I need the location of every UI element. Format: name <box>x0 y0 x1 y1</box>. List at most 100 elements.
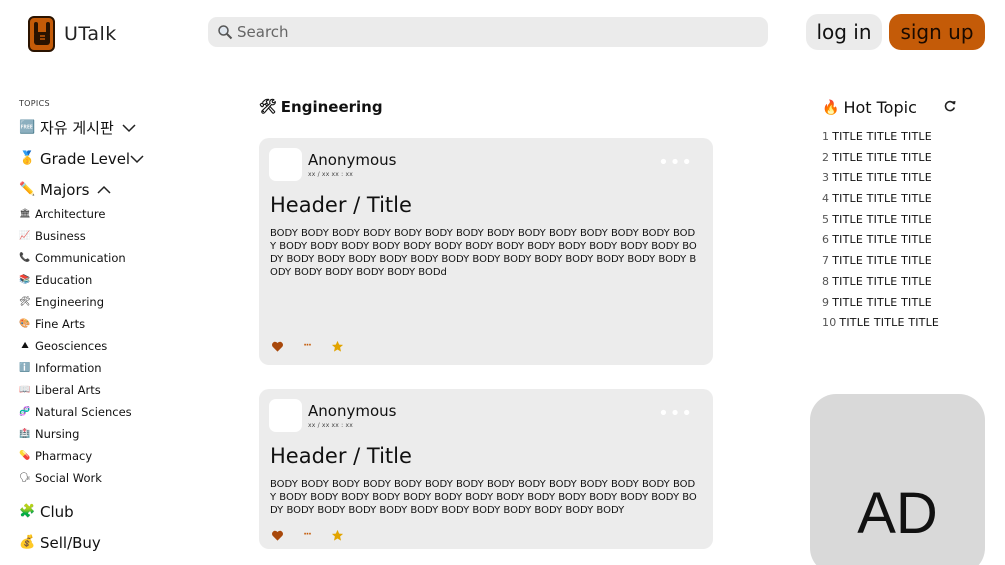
chevron-down-icon[interactable] <box>130 154 144 164</box>
hot-topic-title-text: Hot Topic <box>843 98 917 117</box>
hot-topic-item[interactable]: 1 TITLE TITLE TITLE <box>822 130 939 151</box>
hot-topic-item-title: TITLE TITLE TITLE <box>832 150 932 164</box>
hot-topic-item[interactable]: 5 TITLE TITLE TITLE <box>822 213 939 234</box>
sidebar-item-liberal-arts[interactable]: 📖 Liberal Arts <box>19 379 229 401</box>
chevron-up-icon[interactable] <box>97 185 111 195</box>
post-title: Header / Title <box>270 193 412 217</box>
search-bar[interactable] <box>208 17 768 47</box>
post-date: xx / xx xx : xx <box>308 171 353 178</box>
chevron-down-icon[interactable] <box>122 123 136 133</box>
hot-topic-item[interactable]: 7 TITLE TITLE TITLE <box>822 254 939 275</box>
pencil-icon: ✏️ <box>19 182 36 197</box>
ad-banner[interactable]: AD <box>810 394 985 565</box>
sidebar-item-club[interactable]: 🧩 Club <box>19 498 229 525</box>
info-icon: ℹ️ <box>19 363 31 373</box>
hot-topic-rank: 4 <box>822 192 830 206</box>
majors-list: 🏛 Architecture 📈 Business 📞 Communication 📚… <box>19 203 229 489</box>
sidebar-item-label: Club <box>40 502 74 521</box>
favorite-button[interactable] <box>330 339 344 353</box>
sidebar-item-label: Nursing <box>35 427 80 441</box>
post-title: Header / Title <box>270 444 412 468</box>
hot-topic-item[interactable]: 3 TITLE TITLE TITLE <box>822 171 939 192</box>
hot-topic-item-title: TITLE TITLE TITLE <box>832 212 932 226</box>
heart-icon <box>271 530 283 541</box>
tools-icon: 🛠 <box>19 297 31 307</box>
sidebar-item-geosciences[interactable]: ⛰ Geosciences <box>19 335 229 357</box>
hot-topic-item-title: TITLE TITLE TITLE <box>839 316 940 330</box>
post-actions: ··· <box>270 339 360 353</box>
topics-label: TOPICS <box>19 99 50 108</box>
sidebar-item-free-board[interactable]: 🆓 자유 게시판 <box>19 114 229 141</box>
palette-icon: 🎨 <box>19 319 31 329</box>
like-button[interactable] <box>270 339 284 353</box>
hot-topic-item[interactable]: 2 TITLE TITLE TITLE <box>822 151 939 172</box>
hot-topic-item-title: TITLE TITLE TITLE <box>832 192 932 206</box>
sidebar-item-architecture[interactable]: 🏛 Architecture <box>19 203 229 225</box>
brand-name: UTalk <box>64 23 117 45</box>
sidebar-item-label: Information <box>35 361 102 375</box>
rock-hand-logo-icon <box>28 16 55 52</box>
pill-icon: 💊 <box>19 451 31 461</box>
sidebar-item-communication[interactable]: 📞 Communication <box>19 247 229 269</box>
sidebar-item-engineering[interactable]: 🛠 Engineering <box>19 291 229 313</box>
comment-button[interactable]: ··· <box>300 339 314 353</box>
sidebar-item-majors[interactable]: ✏️ Majors <box>19 176 229 203</box>
more-options-icon[interactable]: ••• <box>658 152 693 173</box>
sidebar-item-label: Pharmacy <box>35 449 93 463</box>
hot-topic-item[interactable]: 4 TITLE TITLE TITLE <box>822 192 939 213</box>
hot-topic-item-title: TITLE TITLE TITLE <box>832 274 932 288</box>
hot-topic-title: 🔥 Hot Topic <box>822 98 917 117</box>
hot-topic-item[interactable]: 9 TITLE TITLE TITLE <box>822 296 939 317</box>
sidebar-item-label: Education <box>35 273 93 287</box>
comment-button[interactable]: ··· <box>300 528 314 542</box>
sidebar-item-grade-level[interactable]: 🥇 Grade Level <box>19 145 229 172</box>
phone-icon: 📞 <box>19 253 31 263</box>
sidebar-item-sell-buy[interactable]: 💰 Sell/Buy <box>19 529 229 556</box>
hot-topic-item[interactable]: 10 TITLE TITLE TITLE <box>822 316 939 337</box>
hot-topic-rank: 9 <box>822 295 830 309</box>
search-input[interactable] <box>237 23 737 41</box>
hot-topic-rank: 1 <box>822 130 830 143</box>
post-card[interactable]: Anonymous xx / xx xx : xx ••• Header / T… <box>259 389 713 549</box>
search-icon <box>218 25 233 40</box>
refresh-icon[interactable] <box>943 99 957 113</box>
feed-title-text: Engineering <box>280 98 383 116</box>
sidebar-item-label: Social Work <box>35 471 102 485</box>
sidebar-item-fine-arts[interactable]: 🎨 Fine Arts <box>19 313 229 335</box>
sidebar-item-natural-sciences[interactable]: 🧬 Natural Sciences <box>19 401 229 423</box>
post-actions: ··· <box>270 528 360 542</box>
sidebar-item-label: Engineering <box>35 295 104 309</box>
post-body: BODY BODY BODY BODY BODY BODY BODY BODY … <box>270 228 697 278</box>
sidebar: TOPICS 🆓 자유 게시판 🥇 Grade Level ✏️ Majors … <box>19 99 229 560</box>
sidebar-item-social-work[interactable]: 🗣 Social Work <box>19 467 229 489</box>
mountain-icon: ⛰ <box>21 341 29 351</box>
more-options-icon[interactable]: ••• <box>658 403 693 424</box>
sidebar-item-label: Fine Arts <box>35 317 86 331</box>
sidebar-item-education[interactable]: 📚 Education <box>19 269 229 291</box>
sidebar-item-nursing[interactable]: 🏥 Nursing <box>19 423 229 445</box>
favorite-button[interactable] <box>330 528 344 542</box>
hot-topic-item[interactable]: 6 TITLE TITLE TITLE <box>822 233 939 254</box>
hot-topic-item-title: TITLE TITLE TITLE <box>832 254 932 268</box>
medal-icon: 🥇 <box>19 151 36 166</box>
hot-topic-item[interactable]: 8 TITLE TITLE TITLE <box>822 275 939 296</box>
chart-icon: 📈 <box>19 231 31 241</box>
hot-topic-item-title: TITLE TITLE TITLE <box>832 130 932 143</box>
sidebar-item-label: Natural Sciences <box>35 405 132 419</box>
login-button[interactable]: log in <box>806 14 882 50</box>
post-card[interactable]: Anonymous xx / xx xx : xx ••• Header / T… <box>259 138 713 365</box>
sidebar-item-pharmacy[interactable]: 💊 Pharmacy <box>19 445 229 467</box>
hot-topic-rank: 7 <box>822 254 830 268</box>
logo[interactable]: UTalk <box>28 16 117 52</box>
avatar <box>269 148 302 181</box>
star-icon <box>331 340 343 352</box>
open-book-icon: 📖 <box>19 385 31 395</box>
signup-button[interactable]: sign up <box>889 14 985 50</box>
like-button[interactable] <box>270 528 284 542</box>
hot-topic-rank: 10 <box>822 316 837 330</box>
post-author: Anonymous <box>308 151 397 169</box>
dna-icon: 🧬 <box>19 407 31 417</box>
sidebar-item-business[interactable]: 📈 Business <box>19 225 229 247</box>
tools-icon: 🛠 <box>259 99 277 115</box>
sidebar-item-information[interactable]: ℹ️ Information <box>19 357 229 379</box>
